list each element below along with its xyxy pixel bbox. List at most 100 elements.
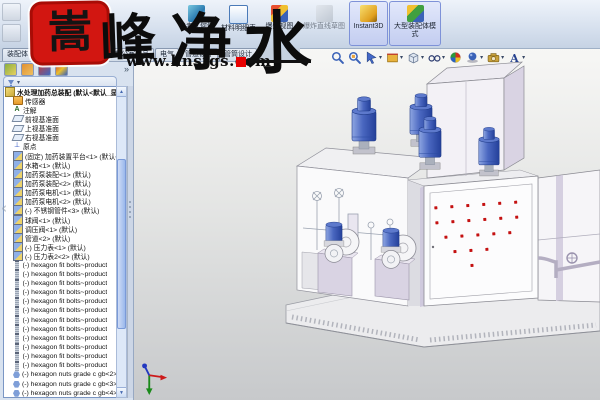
tree-item-label: (-) hexagon fit bolts~product <box>23 262 108 269</box>
tree-item[interactable]: (-) hexagon fit bolts~product <box>4 361 116 370</box>
tree-item[interactable]: (-) hexagon fit bolts~product <box>4 279 116 288</box>
tree-item[interactable]: 水处理加药总装配 (默认<默认_显示状 <box>4 87 116 96</box>
graphics-viewport[interactable]: ▾ ▾ ▾ ▾ ▾ ▾ A▾ <box>133 48 600 400</box>
displaymanager-tab[interactable] <box>55 63 68 76</box>
large-assembly-mode-icon <box>407 5 424 22</box>
toolbar-button-label: 材料明细表 <box>221 25 256 33</box>
bill-of-materials-icon <box>229 5 248 24</box>
tree-item[interactable]: (-) hexagon fit bolts~product <box>4 297 116 306</box>
glasses-icon <box>428 51 441 64</box>
toolbar-button-label: Instant3D <box>354 23 384 31</box>
tree-item[interactable]: (-) hexagon fit bolts~product <box>4 270 116 279</box>
tree-item[interactable]: (-) hexagon nuts grade c gb<3> <box>4 380 116 389</box>
magnifier-icon <box>331 51 344 64</box>
dropdown-caret-icon: ▾ <box>442 54 445 61</box>
tree-item-label: (-) hexagon fit bolts~product <box>23 353 108 360</box>
commandmanager-tab[interactable]: 评估 <box>84 48 108 61</box>
tree-item-label: (-) hexagon fit bolts~product <box>23 307 108 314</box>
toolbar-button-label: 爆炸视图 <box>266 23 294 31</box>
edit-appearance[interactable] <box>449 51 462 64</box>
assembly-icon <box>5 87 15 97</box>
large-assembly-mode-button[interactable]: 大型装配体模式 <box>389 1 441 46</box>
section-view[interactable]: ▾ <box>386 51 403 64</box>
commandmanager-tab[interactable]: 装配体 <box>2 48 33 61</box>
commandmanager-tab[interactable]: 管道设计 <box>180 48 218 61</box>
view-orientation[interactable]: ▾ <box>407 51 424 64</box>
plane-icon <box>12 134 25 141</box>
zoom-to-fit[interactable] <box>331 51 344 64</box>
tree-item[interactable]: (-) hexagon fit bolts~product <box>4 343 116 352</box>
annotations-visibility[interactable]: A▾ <box>508 51 525 64</box>
orientation-triad <box>138 362 168 396</box>
reference-geometry-button[interactable]: 参考几何体 <box>176 1 217 46</box>
tree-scrollbar[interactable]: ▲ ▼ <box>116 86 127 398</box>
tree-item[interactable]: (-) 压力表2<2> (默认) <box>4 252 116 261</box>
toolbar-button-small-1[interactable] <box>2 3 21 21</box>
tree-item[interactable]: (-) hexagon fit bolts~product <box>4 325 116 334</box>
panel-collapse-arrow[interactable]: ‹ <box>1 199 7 217</box>
commandmanager-tab[interactable]: 布局 <box>34 48 58 61</box>
scroll-up-arrow-icon[interactable]: ▲ <box>117 87 126 97</box>
tree-item-label: (-) hexagon fit bolts~product <box>23 317 108 324</box>
view-settings[interactable]: ▾ <box>487 51 504 64</box>
instant3d-button[interactable]: Instant3D <box>349 1 388 46</box>
commandmanager-tab[interactable]: 草图 <box>59 48 83 61</box>
exploded-view-button[interactable]: 爆炸视图 <box>260 1 299 46</box>
commandmanager-tab[interactable]: 管筒设计 <box>219 48 257 61</box>
tree-item[interactable]: (-) hexagon fit bolts~product <box>4 316 116 325</box>
tree-item-label: (-) hexagon nuts grade c gb<4> <box>22 390 116 397</box>
tree-item[interactable]: (-) hexagon fit bolts~product <box>4 352 116 361</box>
scroll-down-arrow-icon[interactable]: ▼ <box>117 387 126 397</box>
explode-line-sketch-icon <box>316 5 333 22</box>
commandmanager-tabs: 装配体布局草图评估办公室产品电气管道设计管筒设计 <box>0 48 300 61</box>
tree-item[interactable]: (-) hexagon nuts grade c gb<2> <box>4 370 116 379</box>
instant3d-icon <box>360 5 377 22</box>
propertymanager-tab[interactable] <box>21 63 34 76</box>
3d-model[interactable] <box>133 48 600 400</box>
feature-tree: 水处理加药总装配 (默认<默认_显示状传感器A注解前视基准面上视基准面右视基准面… <box>3 86 117 398</box>
tree-item[interactable]: (-) hexagon fit bolts~product <box>4 334 116 343</box>
plane-icon <box>12 115 25 122</box>
display-style[interactable]: ▾ <box>428 51 445 64</box>
configurationmanager-tab[interactable] <box>38 63 51 76</box>
tree-item[interactable]: 右视基准面 <box>4 133 116 142</box>
toolbar-button-small-2[interactable] <box>2 24 21 42</box>
annotation-icon: A <box>13 106 21 114</box>
commandmanager-tab[interactable]: 电气 <box>155 48 179 61</box>
bill-of-materials-button[interactable]: 材料明细表 <box>218 1 259 46</box>
filter-funnel-icon <box>8 80 14 85</box>
toolbar-left-group <box>2 3 21 42</box>
tree-item-label: (-) hexagon nuts grade c gb<3> <box>22 381 116 388</box>
tree-item[interactable]: (-) hexagon fit bolts~product <box>4 306 116 315</box>
folder-icon <box>13 96 23 105</box>
tree-item[interactable]: 前视基准面 <box>4 114 116 123</box>
sceneball-icon <box>466 51 479 64</box>
plane-icon <box>12 125 25 132</box>
tree-item-label: (-) hexagon fit bolts~product <box>23 271 108 278</box>
cube-icon <box>407 51 420 64</box>
apply-scene[interactable]: ▾ <box>466 51 483 64</box>
solidworks-window: 参考几何体材料明细表 爆炸视图 爆炸直线草图 Instant3D 大型装配体模式 装配体… <box>0 0 600 400</box>
splitter-grip <box>129 201 131 218</box>
panel-splitter[interactable] <box>127 86 133 398</box>
commandmanager-tab[interactable]: 办公室产品 <box>109 48 154 61</box>
tree-item[interactable]: 传感器 <box>4 96 116 105</box>
tree-item[interactable]: (-) hexagon nuts grade c gb<4> <box>4 389 116 398</box>
tree-item[interactable]: (-) hexagon fit bolts~product <box>4 261 116 270</box>
tree-item-label: (-) 压力表2<2> (默认) <box>25 251 90 261</box>
tree-item[interactable]: 上视基准面 <box>4 124 116 133</box>
tree-item-label: (-) hexagon fit bolts~product <box>23 289 108 296</box>
dropdown-caret-icon: ▾ <box>400 54 403 61</box>
tree-item[interactable]: A注解 <box>4 105 116 114</box>
dropdown-caret-icon: ▾ <box>421 54 424 61</box>
filter-caret-icon: ▾ <box>17 79 20 86</box>
featuremanager-tree-tab[interactable] <box>4 63 17 76</box>
toolbar-button-label: 爆炸直线草图 <box>303 23 345 31</box>
tree-item[interactable]: (-) hexagon fit bolts~product <box>4 288 116 297</box>
previous-view[interactable]: ▾ <box>365 51 382 64</box>
overflow-chevron-icon[interactable]: » <box>124 64 129 74</box>
svg-text:A: A <box>509 52 519 64</box>
zoom-to-area[interactable] <box>348 51 361 64</box>
scrollbar-thumb[interactable] <box>117 159 126 329</box>
explode-line-sketch-button[interactable]: 爆炸直线草图 <box>300 1 348 46</box>
